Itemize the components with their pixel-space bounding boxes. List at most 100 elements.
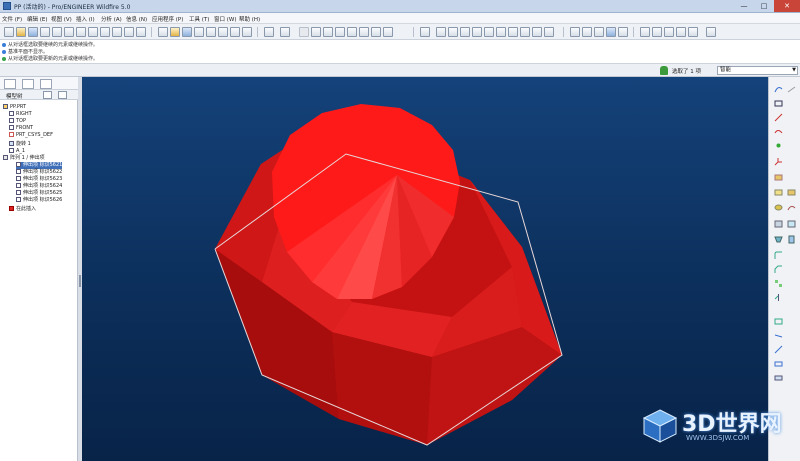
wireframe-icon[interactable] (570, 27, 580, 37)
curve-icon[interactable] (774, 127, 783, 136)
menu-info[interactable]: 信息 (N) (126, 15, 147, 23)
tree-item[interactable]: 伸出项 标识5623 (16, 176, 62, 183)
shell-icon[interactable] (787, 219, 796, 228)
annotation-display-icon[interactable] (688, 27, 698, 37)
send-mail-icon[interactable] (52, 27, 62, 37)
zoom-in-icon[interactable] (472, 27, 482, 37)
offset-icon[interactable] (774, 359, 783, 368)
tree-item[interactable]: RIGHT (9, 111, 32, 118)
sketch-icon[interactable] (774, 187, 783, 196)
menu-window[interactable]: 窗口 (W) (214, 15, 236, 23)
plane-icon[interactable] (774, 99, 783, 108)
minimize-button[interactable]: — (734, 0, 754, 12)
open-icon[interactable] (170, 27, 180, 37)
tree-settings-icon[interactable] (43, 91, 52, 99)
mail-link-icon[interactable] (242, 27, 252, 37)
extend-icon[interactable] (774, 345, 783, 354)
menu-applications[interactable]: 应用程序 (P) (152, 15, 183, 23)
tree-item[interactable]: 伸出项 标识5624 (16, 183, 62, 190)
draft-icon[interactable] (774, 235, 783, 244)
rib-icon[interactable] (787, 235, 796, 244)
maximize-button[interactable]: □ (754, 0, 774, 12)
sketch-curve-icon[interactable] (774, 85, 783, 94)
cut-icon[interactable] (299, 27, 309, 37)
clipboard-icon[interactable] (76, 27, 86, 37)
hole-icon[interactable] (774, 219, 783, 228)
regenerate-icon[interactable] (64, 27, 74, 37)
close-button[interactable]: ✕ (774, 0, 800, 12)
revolve-icon[interactable] (774, 203, 783, 212)
layers-icon[interactable] (532, 27, 542, 37)
spin-center-icon[interactable] (448, 27, 458, 37)
datum-points-icon[interactable] (664, 27, 674, 37)
selection-box-icon[interactable] (383, 27, 393, 37)
tree-item[interactable]: 伸出项 标识5625 (16, 190, 62, 197)
thicken-icon[interactable] (774, 373, 783, 382)
tree-item[interactable]: FRONT (9, 125, 33, 132)
paste-special-icon[interactable] (335, 27, 345, 37)
tree-show-icon[interactable] (58, 91, 67, 99)
model-info-icon[interactable] (112, 27, 122, 37)
shading-icon[interactable] (606, 27, 616, 37)
orient-mode-icon[interactable] (460, 27, 470, 37)
new-file-icon[interactable] (4, 27, 14, 37)
tree-item[interactable]: TOP (9, 118, 26, 125)
zoom-out-icon[interactable] (484, 27, 494, 37)
menu-help[interactable]: 帮助 (H) (239, 15, 260, 23)
datum-curve-icon[interactable] (787, 85, 796, 94)
menu-file[interactable]: 文件 (F) (2, 15, 22, 23)
reorient-icon[interactable] (508, 27, 518, 37)
tree-item-selected[interactable]: 伸出项 标识5621 (16, 162, 63, 169)
tree-item[interactable]: A_1 (9, 148, 25, 155)
datum-planes-icon[interactable] (640, 27, 650, 37)
extrude-icon[interactable] (787, 187, 796, 196)
save-as-icon[interactable] (182, 27, 192, 37)
email-attach-icon[interactable] (230, 27, 240, 37)
regenerate-model-icon[interactable] (347, 27, 357, 37)
printer-icon[interactable] (206, 27, 216, 37)
saved-views-icon[interactable] (520, 27, 530, 37)
tree-item[interactable]: 在此插入 (9, 206, 36, 213)
coordinate-systems-icon[interactable] (676, 27, 686, 37)
tab-favorites[interactable] (40, 79, 52, 89)
menu-edit[interactable]: 编辑 (E) (27, 15, 48, 23)
menu-analysis[interactable]: 分析 (A) (101, 15, 122, 23)
rename-icon[interactable] (100, 27, 110, 37)
tree-item[interactable]: 旋转 1 (9, 141, 31, 148)
tab-model-tree[interactable] (4, 79, 16, 89)
menu-insert[interactable]: 插入 (I) (76, 15, 95, 23)
trim-icon[interactable] (774, 331, 783, 340)
datum-axes-icon[interactable] (652, 27, 662, 37)
menu-view[interactable]: 视图 (V) (51, 15, 72, 23)
axis-icon[interactable] (774, 113, 783, 122)
print-preview-icon[interactable] (194, 27, 204, 37)
regen-manager-icon[interactable] (359, 27, 369, 37)
refit-icon[interactable] (496, 27, 506, 37)
undo-icon[interactable] (264, 27, 274, 37)
tree-item[interactable]: PP.PRT (3, 104, 26, 111)
no-hidden-icon[interactable] (594, 27, 604, 37)
selection-filter-dropdown[interactable]: 智能 ▼ (717, 66, 798, 75)
tree-item[interactable]: 伸出项 标识5626 (16, 197, 62, 204)
mirror-icon[interactable] (774, 293, 783, 302)
email-icon[interactable] (218, 27, 228, 37)
analysis-icon[interactable] (774, 173, 783, 182)
tree-item[interactable]: 伸出项 标识5622 (16, 169, 62, 176)
copy-icon[interactable] (311, 27, 321, 37)
context-help-icon[interactable] (706, 27, 716, 37)
tree-item[interactable]: 阵列 1 / 伸出项 (3, 155, 45, 162)
save-icon[interactable] (28, 27, 38, 37)
splitter-grip-icon[interactable] (79, 275, 81, 287)
view-manager-icon[interactable] (544, 27, 554, 37)
coordinate-system-icon[interactable] (774, 157, 783, 166)
new-icon[interactable] (158, 27, 168, 37)
sweep-icon[interactable] (787, 203, 796, 212)
pattern-icon[interactable] (774, 279, 783, 288)
tab-folder-browser[interactable] (22, 79, 34, 89)
appearance-icon[interactable] (420, 27, 430, 37)
layer-icon[interactable] (124, 27, 134, 37)
erase-icon[interactable] (88, 27, 98, 37)
repaint-icon[interactable] (436, 27, 446, 37)
tree-item[interactable]: PRT_CSYS_DEF (9, 132, 53, 139)
open-folder-icon[interactable] (16, 27, 26, 37)
